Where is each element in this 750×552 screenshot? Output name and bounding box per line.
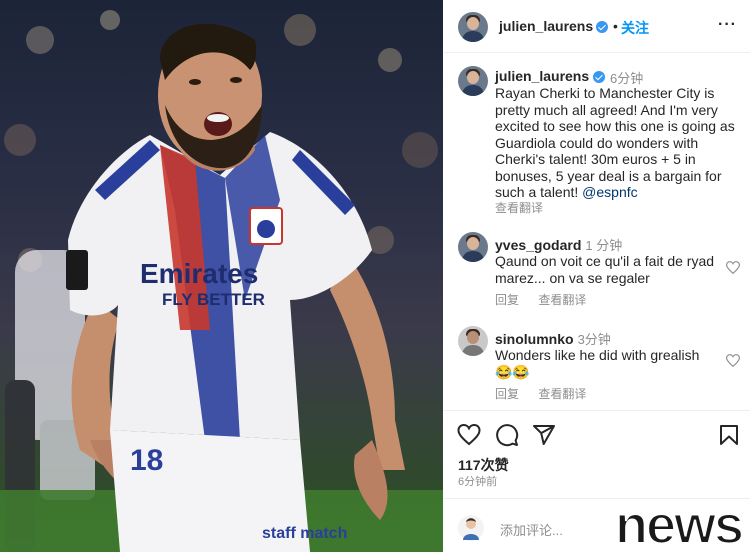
commenter-name[interactable]: sinolumnko — [495, 331, 574, 347]
author-username[interactable]: julien_laurens — [499, 18, 593, 34]
comment-time: 1 分钟 — [585, 238, 623, 253]
more-options-icon[interactable]: ··· — [718, 16, 737, 34]
shorts-sponsor: staff match — [262, 525, 347, 542]
shorts-number: 18 — [130, 444, 163, 477]
author-avatar[interactable] — [458, 12, 488, 42]
news-watermark: news — [614, 495, 745, 552]
user-avatar-icon — [458, 515, 484, 541]
commenter-username: yves_godard 1 分钟 — [495, 235, 622, 254]
commenter-username: sinolumnko 3分钟 — [495, 329, 611, 348]
comment-text: Qaund on voit ce qu'il a fait de ryad ma… — [495, 253, 715, 286]
follow-button[interactable]: 关注 — [621, 18, 649, 38]
like-comment-heart-icon[interactable] — [726, 354, 740, 367]
comment-text: Wonders like he did with grealish 😂😂 — [495, 347, 700, 380]
likes-count[interactable]: 117次赞 — [458, 455, 509, 475]
see-translation-link[interactable]: 查看翻译 — [538, 293, 586, 307]
mention-link[interactable]: @espnfc — [582, 184, 637, 200]
like-comment-heart-icon[interactable] — [726, 261, 740, 274]
comment-actions: 回复 查看翻译 — [495, 385, 602, 402]
separator-dot: • — [613, 18, 618, 34]
commenter-avatar[interactable] — [458, 326, 488, 356]
comment-time: 3分钟 — [577, 332, 611, 347]
share-icon[interactable] — [532, 423, 556, 447]
add-comment-input[interactable]: 添加评论... — [500, 520, 563, 539]
caption-text: Rayan Cherki to Manchester City is prett… — [495, 85, 740, 201]
commenter-avatar[interactable] — [458, 232, 488, 262]
reply-button[interactable]: 回复 — [495, 387, 519, 401]
verified-icon — [596, 21, 608, 33]
see-translation-link[interactable]: 查看翻译 — [495, 199, 543, 216]
caption-avatar[interactable] — [458, 66, 488, 96]
verified-icon — [593, 71, 605, 83]
post-header: julien_laurens • 关注 ··· — [443, 0, 750, 53]
player-illustration: 18 staff match Emirates FLY BETTER — [0, 10, 443, 552]
caption-body: Rayan Cherki to Manchester City is prett… — [495, 85, 735, 200]
heart-icon[interactable] — [457, 423, 481, 447]
post-timestamp: 6分钟前 — [458, 476, 498, 488]
post-detail-panel: julien_laurens • 关注 ··· julien_laurens 6… — [443, 0, 750, 552]
comment-icon[interactable] — [495, 423, 519, 447]
see-translation-link[interactable]: 查看翻译 — [538, 387, 586, 401]
bookmark-icon[interactable] — [717, 423, 741, 447]
commenter-name[interactable]: yves_godard — [495, 237, 581, 253]
post-photo[interactable]: 18 staff match Emirates FLY BETTER — [0, 0, 443, 552]
caption-username[interactable]: julien_laurens — [495, 68, 589, 84]
sponsor-line1: Emirates — [140, 258, 258, 289]
reply-button[interactable]: 回复 — [495, 293, 519, 307]
sponsor-line2: FLY BETTER — [162, 290, 265, 309]
comment-actions: 回复 查看翻译 — [495, 291, 602, 308]
